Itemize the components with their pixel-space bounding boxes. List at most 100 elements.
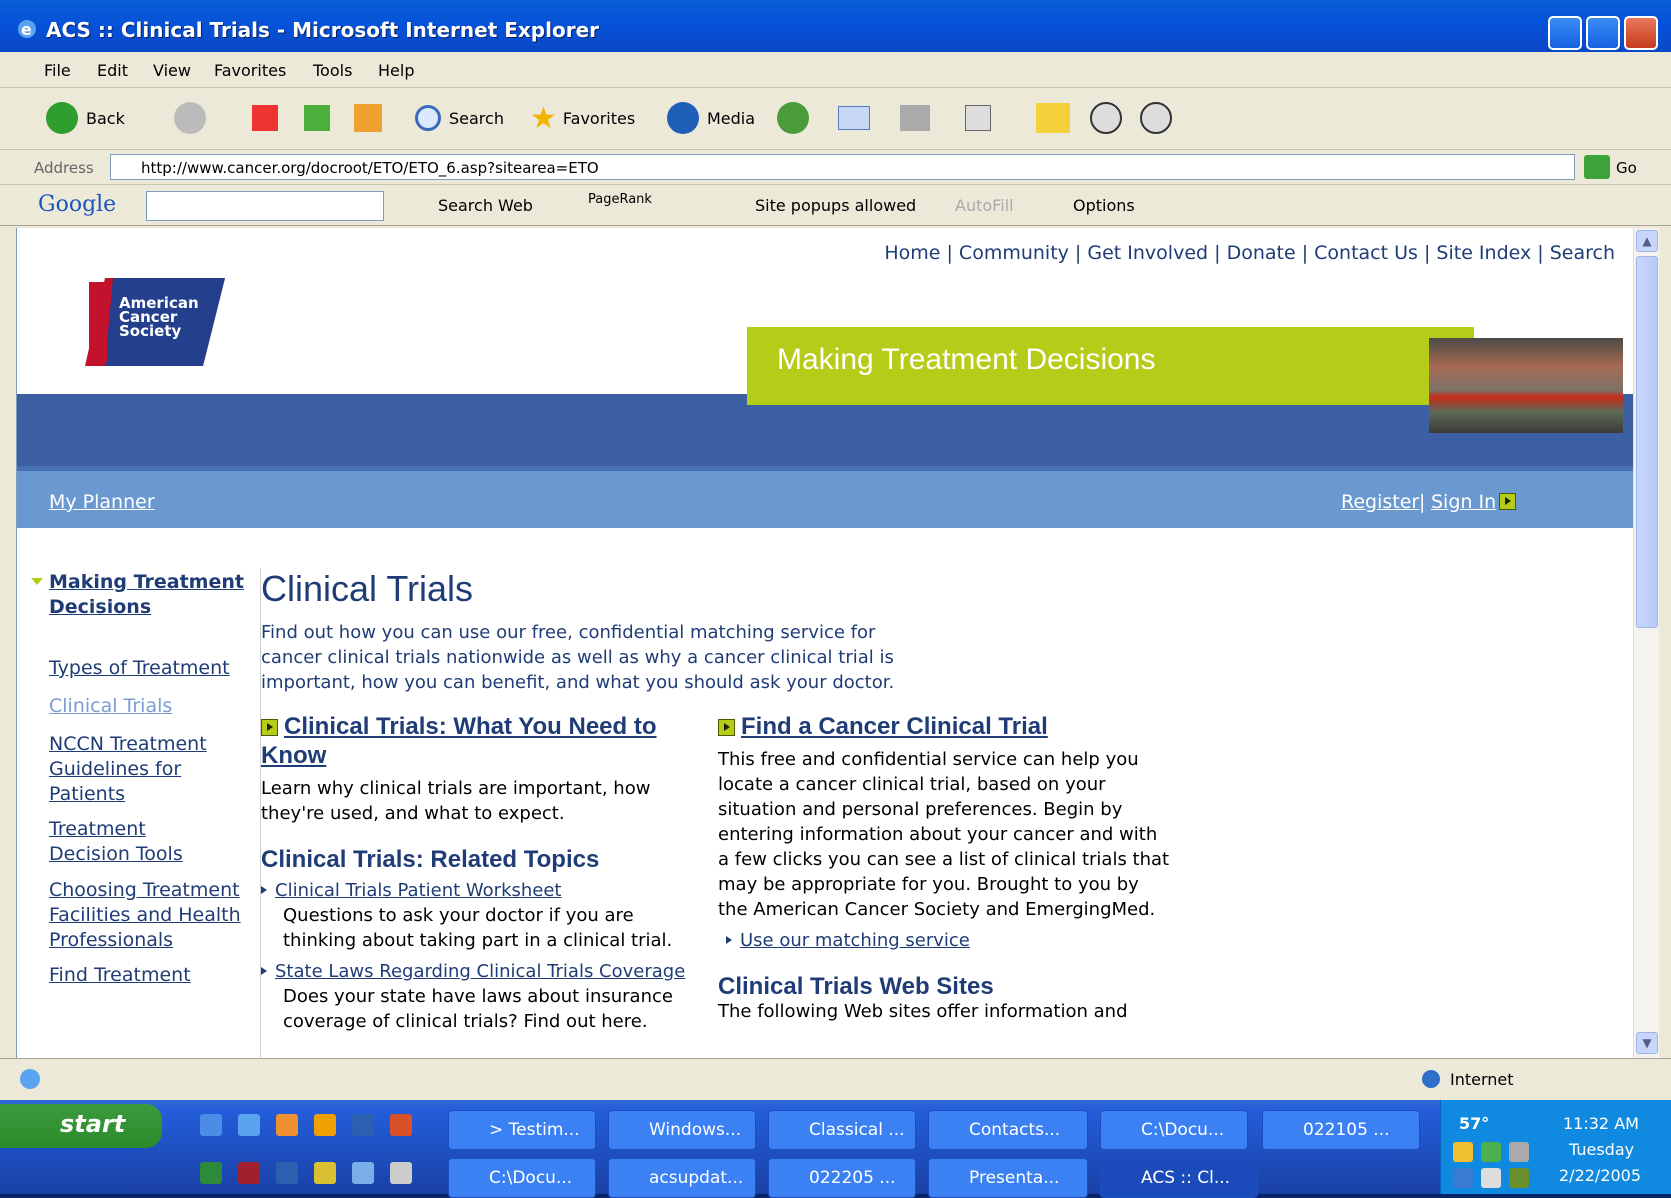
sign-in-arrow-icon[interactable] xyxy=(1499,493,1516,510)
taskbar-item[interactable]: 022105 ... xyxy=(1262,1110,1420,1150)
need-to-know-link[interactable]: Clinical Trials: What You Need to Know xyxy=(261,713,657,769)
go-arrow-icon[interactable] xyxy=(1584,155,1610,179)
menu-edit[interactable]: Edit xyxy=(97,61,128,80)
app2-quicklaunch-icon[interactable] xyxy=(390,1162,412,1184)
nav-contact-us[interactable]: Contact Us xyxy=(1314,242,1418,264)
media-button[interactable]: Media xyxy=(667,102,755,134)
taskbar-item[interactable]: > Testim... xyxy=(448,1110,596,1150)
window-title: ACS :: Clinical Trials - Microsoft Inter… xyxy=(46,18,599,42)
left-nav-section[interactable]: Making Treatment Decisions xyxy=(49,570,260,620)
ppt-quicklaunch-icon[interactable] xyxy=(390,1114,412,1136)
word-quicklaunch-icon[interactable] xyxy=(352,1114,374,1136)
search-button[interactable]: Search xyxy=(415,103,504,133)
doc-quicklaunch-icon[interactable] xyxy=(276,1162,298,1184)
refresh-button[interactable] xyxy=(304,103,330,133)
clock-time[interactable]: 11:32 AM xyxy=(1563,1114,1639,1133)
matching-service-link[interactable]: Use our matching service xyxy=(740,930,970,951)
sign-in-link[interactable]: Sign In xyxy=(1431,491,1496,513)
google-search-input[interactable] xyxy=(146,191,384,221)
excel-quicklaunch-icon[interactable] xyxy=(200,1162,222,1184)
left-nav-choosing-facilities[interactable]: Choosing Treatment Facilities and Health… xyxy=(49,878,249,953)
print-button[interactable] xyxy=(900,103,930,133)
taskbar-item[interactable]: C:\Docu... xyxy=(448,1158,596,1198)
bullet-arrow-icon xyxy=(726,936,732,944)
mail-button[interactable] xyxy=(838,103,870,133)
favorites-button[interactable]: ★ Favorites xyxy=(530,100,635,136)
outlook-quicklaunch-icon[interactable] xyxy=(314,1162,336,1184)
menu-favorites[interactable]: Favorites xyxy=(214,61,286,80)
address-input[interactable]: http://www.cancer.org/docroot/ETO/ETO_6.… xyxy=(110,154,1575,180)
taskbar-item[interactable]: Windows... xyxy=(608,1110,756,1150)
tray-icon[interactable] xyxy=(1509,1168,1529,1188)
search-web-button[interactable]: Search Web xyxy=(438,196,533,215)
tray-icon[interactable] xyxy=(1481,1142,1501,1162)
history-button[interactable] xyxy=(777,102,809,134)
tray-icon[interactable] xyxy=(1481,1168,1501,1188)
tray-icon[interactable] xyxy=(1453,1142,1473,1162)
left-nav-clinical-trials[interactable]: Clinical Trials xyxy=(49,694,172,719)
ie-quicklaunch-icon[interactable] xyxy=(238,1114,260,1136)
research-button[interactable] xyxy=(1140,102,1172,134)
scroll-up-button[interactable]: ▲ xyxy=(1636,230,1658,252)
vertical-scrollbar[interactable]: ▲ ▼ xyxy=(1633,228,1659,1058)
left-nav-decision-tools[interactable]: Treatment Decision Tools xyxy=(49,817,229,867)
forward-button[interactable] xyxy=(174,102,206,134)
tray-icon[interactable] xyxy=(1453,1168,1473,1188)
access-quicklaunch-icon[interactable] xyxy=(238,1162,260,1184)
go-button[interactable]: Go xyxy=(1616,159,1637,177)
search-quicklaunch-icon[interactable] xyxy=(352,1162,374,1184)
minimize-button[interactable] xyxy=(1548,16,1582,50)
media-quicklaunch-icon[interactable] xyxy=(276,1114,298,1136)
web-sites-text: The following Web sites offer informatio… xyxy=(718,1001,1128,1022)
edit-button[interactable] xyxy=(965,103,991,133)
google-logo[interactable]: Google xyxy=(38,192,116,217)
autofill-button[interactable]: AutoFill xyxy=(955,196,1014,215)
media-icon xyxy=(667,102,699,134)
star-icon: ★ xyxy=(530,100,557,136)
register-link[interactable]: Register xyxy=(1341,491,1419,513)
taskbar-item[interactable]: C:\Docu... xyxy=(1100,1110,1248,1150)
taskbar-item[interactable]: Presenta... xyxy=(928,1158,1088,1198)
left-nav-nccn-guidelines[interactable]: NCCN Treatment Guidelines for Patients xyxy=(49,732,229,807)
scroll-thumb[interactable] xyxy=(1636,256,1658,628)
taskbar-item[interactable]: Contacts... xyxy=(928,1110,1088,1150)
left-nav-find-treatment[interactable]: Find Treatment xyxy=(49,963,191,988)
maximize-button[interactable] xyxy=(1586,16,1620,50)
menu-help[interactable]: Help xyxy=(378,61,414,80)
clock-date: 2/22/2005 xyxy=(1559,1166,1642,1185)
taskbar-item[interactable]: Classical ... xyxy=(768,1110,916,1150)
nav-community[interactable]: Community xyxy=(959,242,1069,264)
nav-site-index[interactable]: Site Index xyxy=(1436,242,1531,264)
my-planner-link[interactable]: My Planner xyxy=(49,491,155,513)
quicklaunch-icon[interactable] xyxy=(200,1114,222,1136)
taskbar: start > Testim... Windows... Classical .… xyxy=(0,1100,1671,1198)
menu-view[interactable]: View xyxy=(153,61,191,80)
nav-home[interactable]: Home xyxy=(884,242,940,264)
back-button[interactable]: Back xyxy=(46,102,125,134)
tray-icon[interactable] xyxy=(1509,1142,1529,1162)
nav-donate[interactable]: Donate xyxy=(1227,242,1296,264)
left-nav-types-of-treatment[interactable]: Types of Treatment xyxy=(49,656,230,681)
acs-logo[interactable]: American Cancer Society xyxy=(85,278,225,366)
patient-worksheet-link[interactable]: Clinical Trials Patient Worksheet xyxy=(275,880,561,901)
menu-tools[interactable]: Tools xyxy=(313,61,352,80)
taskbar-item[interactable]: acsupdat... xyxy=(608,1158,756,1198)
messenger-button[interactable] xyxy=(1090,102,1122,134)
popup-blocker-button[interactable]: Site popups allowed xyxy=(755,196,916,215)
scroll-down-button[interactable]: ▼ xyxy=(1636,1032,1658,1054)
taskbar-item-active[interactable]: ACS :: Cl... xyxy=(1100,1158,1258,1198)
close-button[interactable] xyxy=(1624,16,1658,50)
nav-get-involved[interactable]: Get Involved xyxy=(1087,242,1208,264)
discuss-button[interactable] xyxy=(1036,103,1070,133)
home-button[interactable] xyxy=(354,103,382,133)
stop-button[interactable] xyxy=(252,103,278,133)
nav-search[interactable]: Search xyxy=(1550,242,1615,264)
app-quicklaunch-icon[interactable] xyxy=(314,1114,336,1136)
find-trial-link[interactable]: Find a Cancer Clinical Trial xyxy=(741,713,1048,740)
state-laws-link[interactable]: State Laws Regarding Clinical Trials Cov… xyxy=(275,961,685,982)
menu-file[interactable]: File xyxy=(44,61,71,80)
taskbar-item[interactable]: 022205 ... xyxy=(768,1158,916,1198)
start-button[interactable]: start xyxy=(0,1104,162,1148)
history-icon xyxy=(777,102,809,134)
options-button[interactable]: Options xyxy=(1073,196,1135,215)
